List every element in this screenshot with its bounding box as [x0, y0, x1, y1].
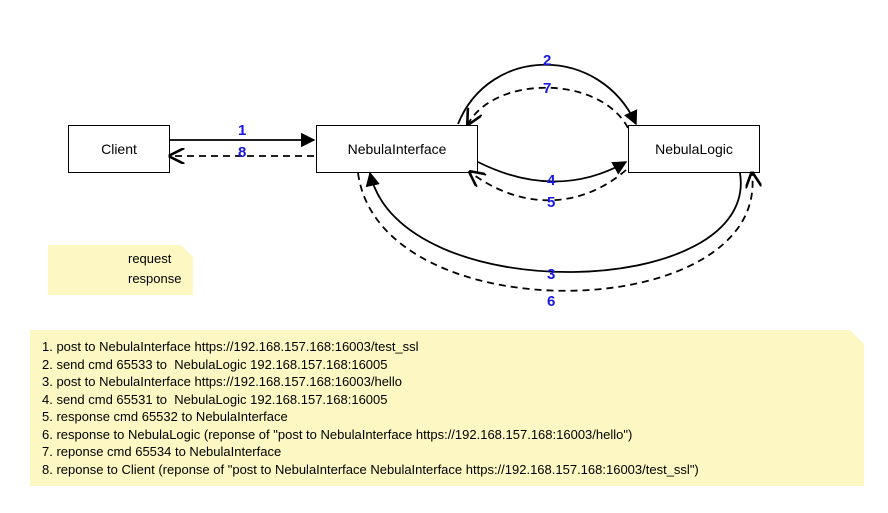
step-line: 2. send cmd 65533 to NebulaLogic 192.168… [42, 356, 852, 374]
steps-note: 1. post to NebulaInterface https://192.1… [30, 330, 864, 486]
step-line: 1. post to NebulaInterface https://192.1… [42, 338, 852, 356]
edge-label-4: 4 [547, 172, 555, 189]
step-line: 4. send cmd 65531 to NebulaLogic 192.168… [42, 391, 852, 409]
step-line: 5. response cmd 65532 to NebulaInterface [42, 408, 852, 426]
legend-request-label: request [128, 251, 171, 266]
step-line: 8. reponse to Client (reponse of "post t… [42, 461, 852, 479]
edge-label-8: 8 [238, 144, 246, 161]
step-line: 7. reponse cmd 65534 to NebulaInterface [42, 443, 852, 461]
edge-label-7: 7 [543, 80, 551, 97]
edge-label-6: 6 [547, 293, 555, 310]
edge-label-3: 3 [547, 266, 555, 283]
step-line: 3. post to NebulaInterface https://192.1… [42, 373, 852, 391]
edge-label-1: 1 [238, 122, 246, 139]
node-nebula-interface-label: NebulaInterface [348, 141, 447, 157]
node-client: Client [68, 125, 170, 173]
step-line: 6. response to NebulaLogic (reponse of "… [42, 426, 852, 444]
legend-response-label: response [128, 271, 181, 286]
diagram-canvas: Client NebulaInterface NebulaLogic [0, 0, 888, 513]
edge-label-5: 5 [547, 194, 555, 211]
edge-label-2: 2 [543, 52, 551, 69]
legend-note: request response [48, 245, 193, 295]
edge-3 [370, 173, 741, 272]
node-client-label: Client [101, 141, 137, 157]
node-nebula-logic: NebulaLogic [628, 125, 760, 173]
node-nebula-interface: NebulaInterface [316, 125, 478, 173]
node-nebula-logic-label: NebulaLogic [655, 141, 733, 157]
